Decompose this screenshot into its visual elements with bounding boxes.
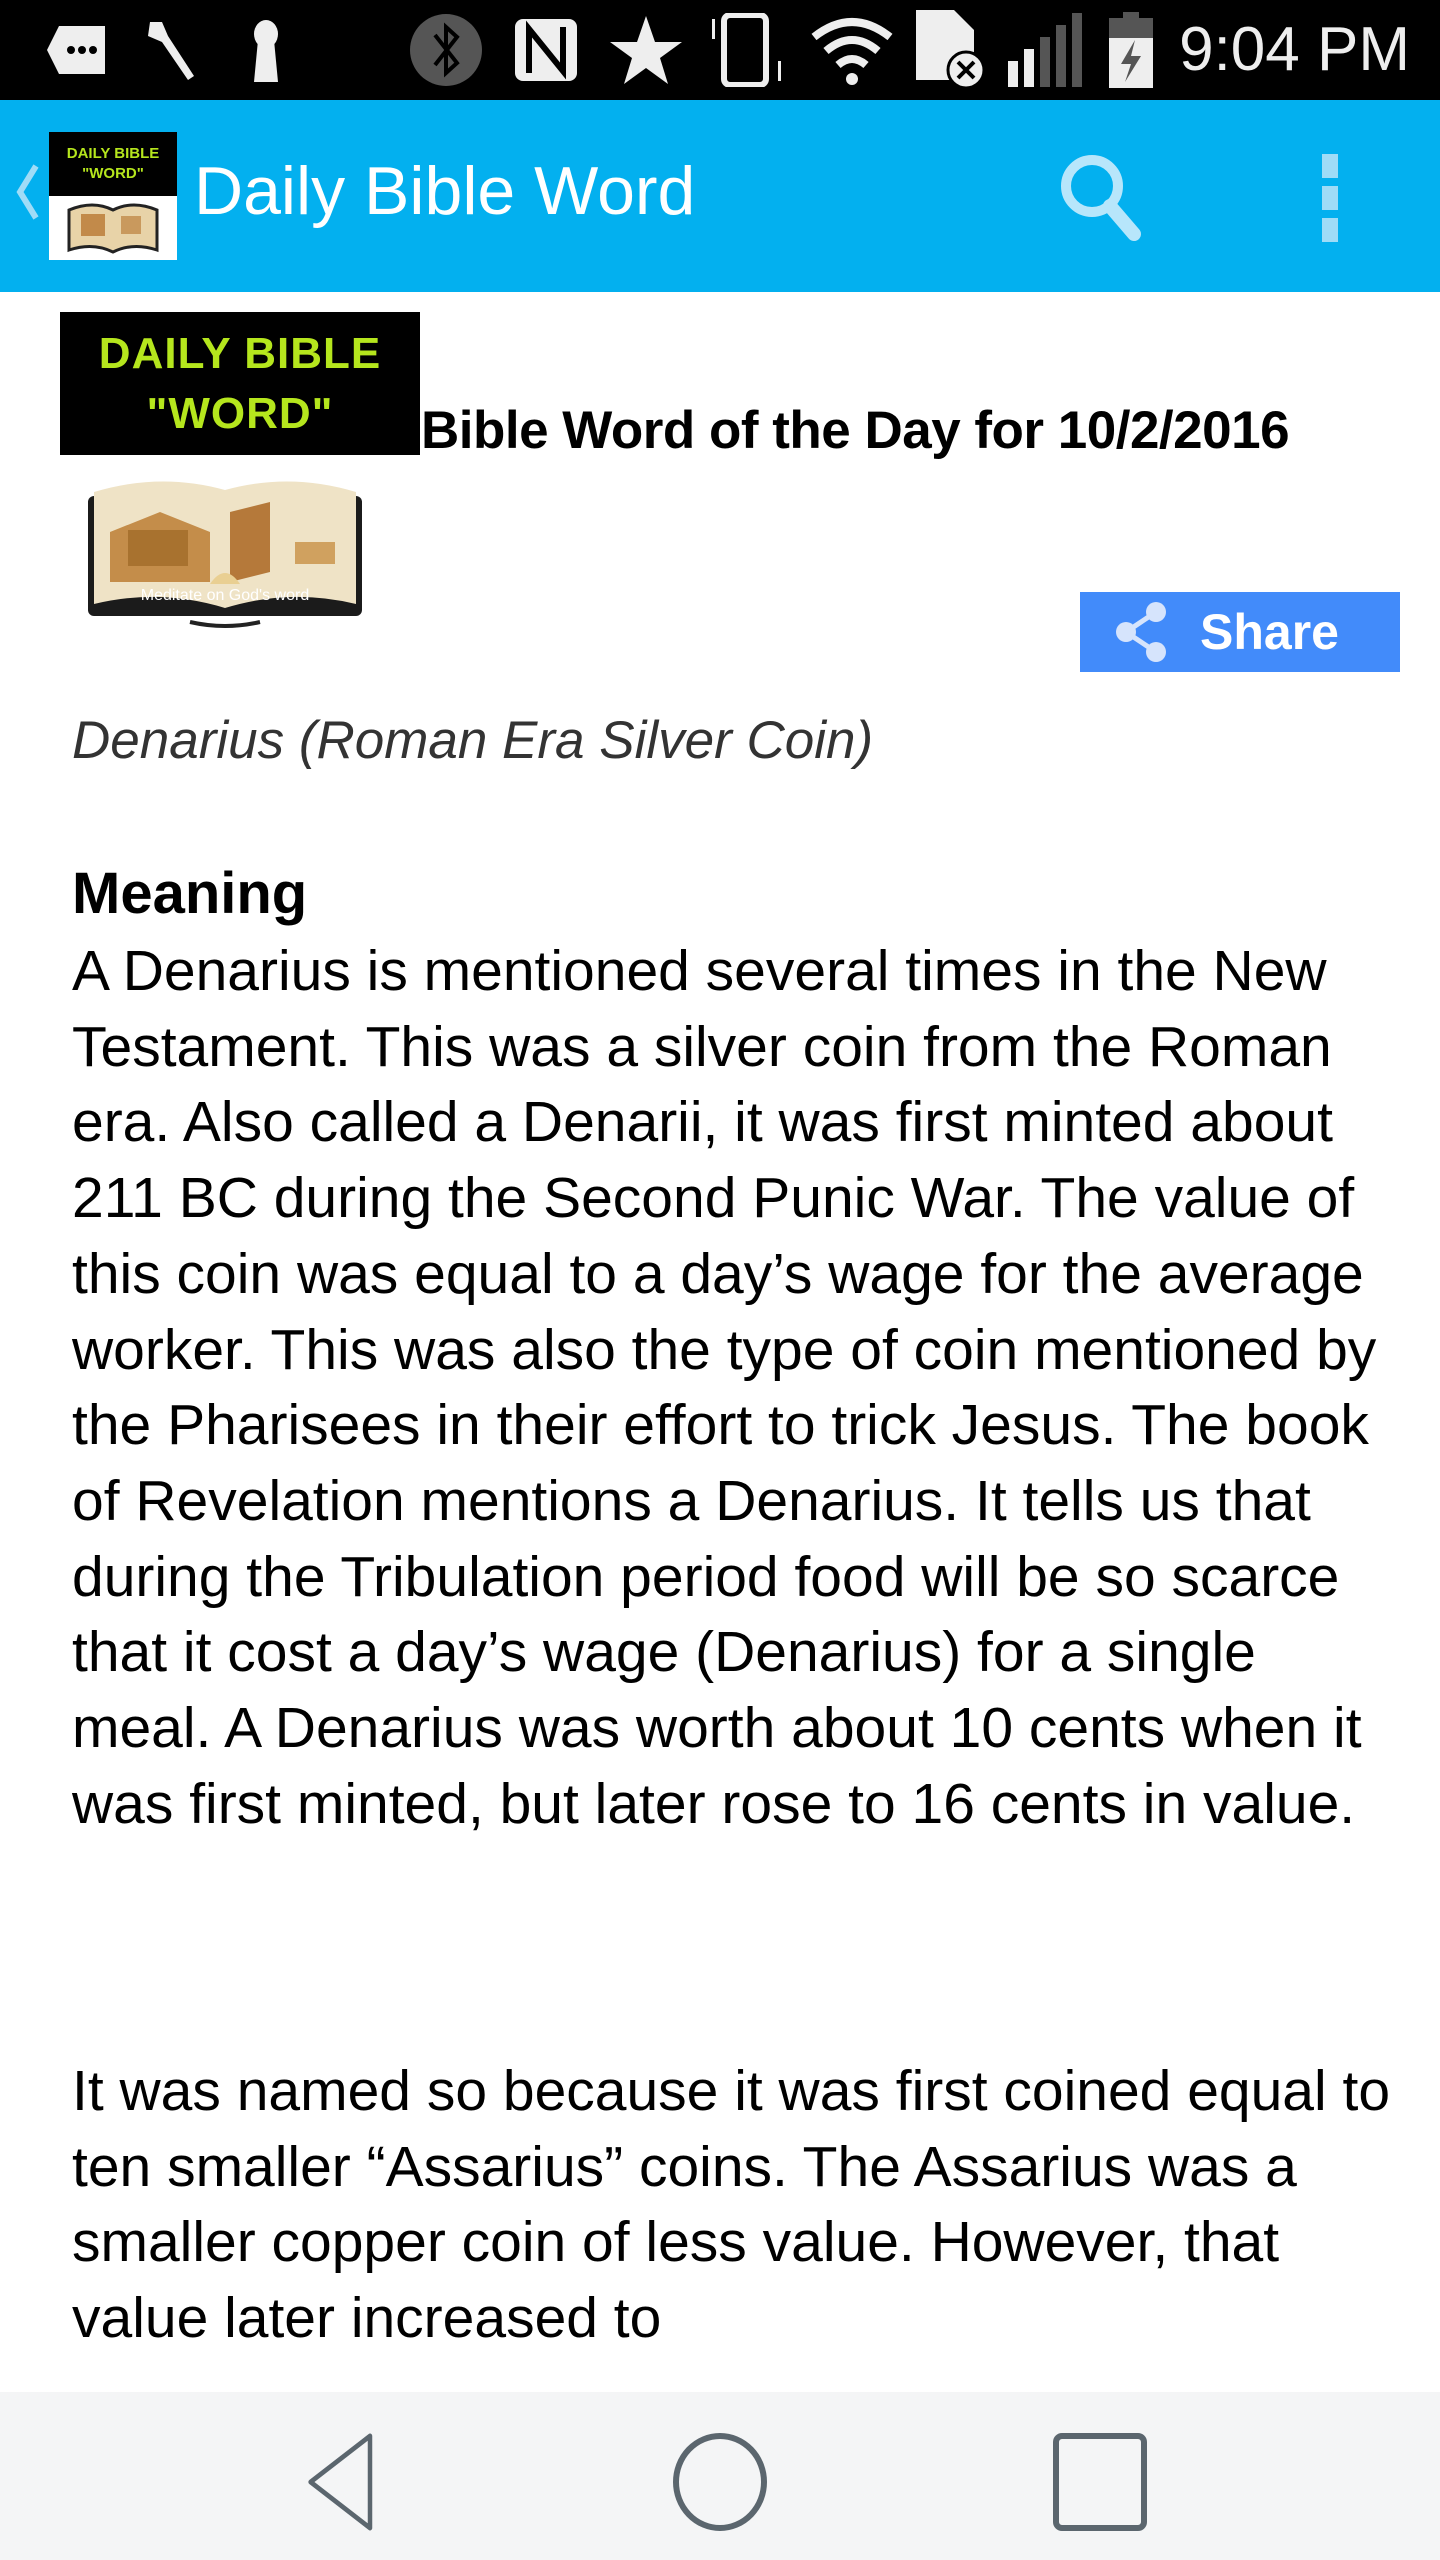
- meaning-paragraph-2: It was named so because it was first coi…: [72, 2059, 1391, 2351]
- up-chevron-icon[interactable]: [14, 162, 40, 222]
- recents-square-icon: [1053, 2433, 1147, 2531]
- logo-line-1: DAILY BIBLE: [66, 145, 160, 162]
- vibrate-icon: [710, 13, 790, 87]
- recents-button[interactable]: [1040, 2432, 1160, 2532]
- word-title: Denarius (Roman Era Silver Coin): [72, 711, 874, 770]
- action-bar: DAILY BIBLE "WORD" Daily Bible Word: [0, 100, 1440, 292]
- signal-icon: [1006, 13, 1086, 87]
- wifi-icon: [810, 18, 894, 85]
- no-sim-icon: [912, 10, 992, 90]
- logo-line-2: "WORD": [82, 165, 144, 182]
- navigation-bar: [0, 2392, 1440, 2560]
- battery-charging-icon: [1106, 12, 1156, 88]
- image-caption: Meditate on God's word: [141, 587, 309, 604]
- bluetooth-icon: [408, 14, 484, 86]
- open-bible-image: Meditate on God's word: [80, 472, 370, 632]
- share-icon: [1102, 592, 1182, 672]
- meaning-paragraph-1: A Denarius is mentioned several times in…: [72, 939, 1377, 1836]
- page-heading: Bible Word of the Day for 10/2/2016: [421, 401, 1290, 460]
- more-vert-icon: [1322, 154, 1338, 242]
- messaging-icon: [42, 18, 112, 82]
- section-heading-meaning: Meaning: [72, 861, 308, 926]
- wrench-icon: [140, 18, 204, 82]
- home-button[interactable]: [660, 2432, 780, 2532]
- star-icon: [606, 16, 686, 84]
- app-title: Daily Bible Word: [194, 153, 696, 229]
- keyhole-icon: [244, 18, 288, 82]
- status-time: 9:04 PM: [1179, 15, 1410, 84]
- app-logo[interactable]: DAILY BIBLE "WORD": [49, 132, 177, 260]
- share-button[interactable]: Share: [1080, 592, 1400, 672]
- search-icon: [1061, 155, 1141, 241]
- nfc-icon: [510, 18, 582, 82]
- overflow-menu-button[interactable]: [1300, 148, 1360, 248]
- search-button[interactable]: [1052, 148, 1152, 248]
- daily-bible-word-banner: DAILY BIBLE "WORD": [60, 312, 420, 455]
- share-label: Share: [1200, 604, 1339, 660]
- back-triangle-icon: [308, 2433, 373, 2531]
- banner-line-1: DAILY BIBLE: [98, 328, 382, 378]
- bible-thumbnail-icon: [49, 196, 177, 260]
- back-button[interactable]: [282, 2432, 402, 2532]
- content-webview[interactable]: DAILY BIBLE "WORD" Bible Word of the Day…: [0, 292, 1440, 2392]
- status-bar: 9:04 PM: [0, 0, 1440, 100]
- banner-line-2: "WORD": [146, 388, 334, 438]
- home-circle-icon: [673, 2433, 767, 2531]
